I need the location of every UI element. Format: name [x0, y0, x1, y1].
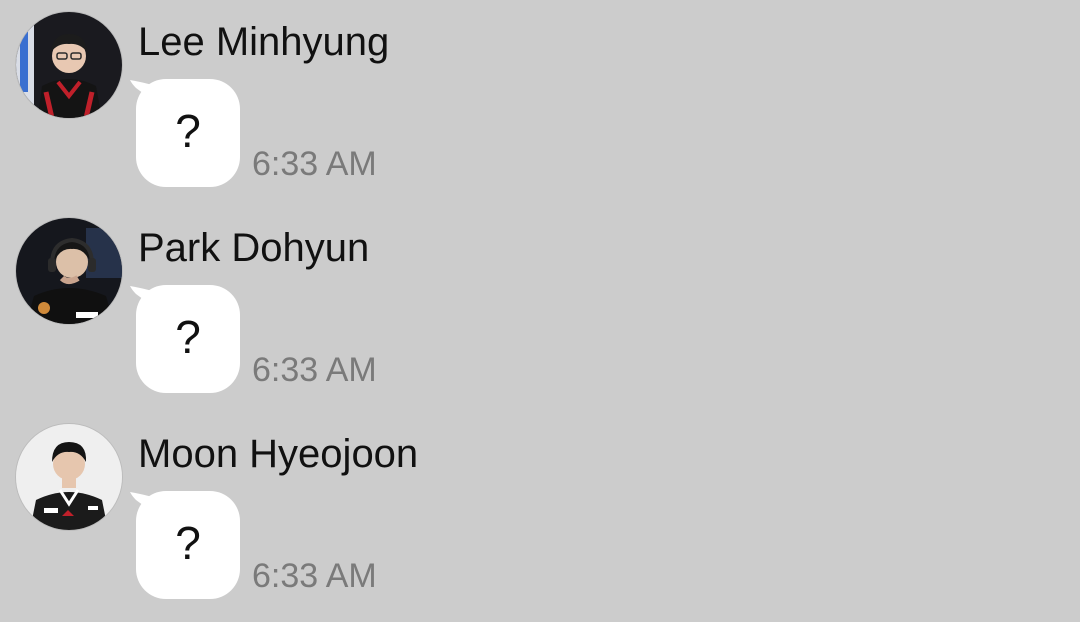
chat-message: Lee Minhyung ? 6:33 AM — [0, 0, 1080, 206]
message-time: 6:33 AM — [252, 145, 377, 183]
sender-name: Park Dohyun — [138, 226, 370, 270]
message-text: ? — [175, 311, 201, 363]
avatar[interactable] — [16, 218, 122, 324]
profile-photo-icon — [16, 424, 122, 530]
message-bubble[interactable]: ? — [136, 285, 240, 393]
message-time: 6:33 AM — [252, 557, 377, 595]
message-bubble[interactable]: ? — [136, 491, 240, 599]
message-time: 6:33 AM — [252, 351, 377, 389]
message-bubble[interactable]: ? — [136, 79, 240, 187]
message-text: ? — [175, 517, 201, 569]
avatar[interactable] — [16, 424, 122, 530]
profile-photo-icon — [16, 218, 122, 324]
sender-name: Moon Hyeojoon — [138, 432, 419, 476]
sender-name: Lee Minhyung — [138, 20, 390, 64]
chat-message: Moon Hyeojoon ? 6:33 AM — [0, 412, 1080, 618]
chat-message: Park Dohyun ? 6:33 AM — [0, 206, 1080, 412]
profile-photo-icon — [16, 12, 122, 118]
message-text: ? — [175, 105, 201, 157]
avatar[interactable] — [16, 12, 122, 118]
